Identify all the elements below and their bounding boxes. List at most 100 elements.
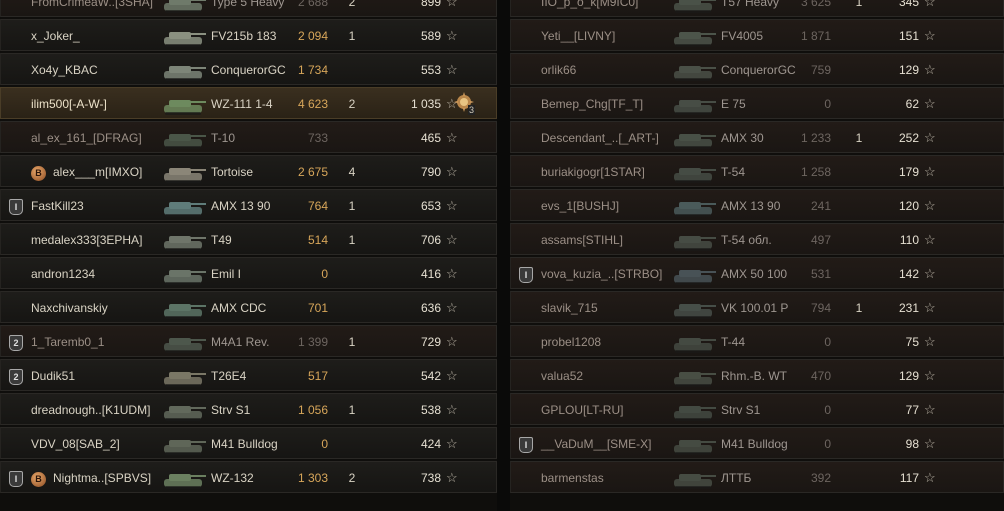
vehicle-name: AMX 13 90 (211, 199, 271, 213)
kills-value: 1 (855, 131, 863, 145)
xp-value: 738 (420, 471, 441, 485)
xp-value: 120 (898, 199, 919, 213)
star-icon: ☆ (924, 198, 936, 213)
vehicle-name: T-10 (211, 131, 236, 145)
player-row[interactable]: x_Joker_ FV215b 183 2 094 1 589 ☆ (0, 19, 497, 51)
xp-value: 899 (420, 0, 441, 9)
star-icon: ☆ (446, 28, 458, 43)
player-name: Nightma..[SPBVS] (53, 471, 152, 485)
player-row[interactable]: I FastKill23 AMX 13 90 764 1 653 ☆ (0, 189, 497, 221)
star-icon: ☆ (924, 130, 936, 145)
damage-value: 794 (810, 301, 831, 315)
tank-icon (161, 57, 207, 83)
player-row[interactable]: probel1208 T-44 0 75 ☆ (510, 325, 1004, 357)
player-name: barmenstas (541, 471, 604, 485)
vehicle-name: ЛТТБ (721, 471, 752, 485)
damage-value: 2 675 (297, 165, 328, 179)
damage-value: 0 (321, 267, 328, 281)
star-icon: ☆ (924, 470, 936, 485)
vehicle-name: M4A1 Rev. (211, 335, 270, 349)
player-row[interactable]: IIO_p_o_k[M9IC0] T57 Heavy 3 625 1 345 ☆ (510, 0, 1004, 17)
kills-value (342, 428, 362, 460)
player-name: orlik66 (541, 63, 577, 77)
player-row[interactable]: al_ex_161_[DFRAG] T-10 733 465 ☆ (0, 121, 497, 153)
player-name: andron1234 (31, 267, 96, 281)
player-name: Yeti__[LIVNY] (541, 29, 616, 43)
player-name: IIO_p_o_k[M9IC0] (541, 0, 639, 9)
player-name: vova_kuzia_..[STRBO] (541, 267, 663, 281)
player-name: Dudik51 (31, 369, 76, 383)
damage-value: 241 (810, 199, 831, 213)
player-row[interactable]: buriakigogr[1STAR] T-54 1 258 179 ☆ (510, 155, 1004, 187)
kills-value (849, 88, 869, 120)
tank-icon (161, 431, 207, 457)
tank-icon (671, 91, 717, 117)
xp-value: 1 035 (410, 97, 441, 111)
player-row[interactable]: Bemep_Chg[TF_T] E 75 0 62 ☆ (510, 87, 1004, 119)
player-row[interactable]: Naxchivanskiy AMX CDC 701 636 ☆ (0, 291, 497, 323)
damage-value: 3 625 (800, 0, 831, 9)
vehicle-name: Emil I (211, 267, 241, 281)
player-row[interactable]: dreadnough..[K1UDM] Strv S1 1 056 1 538 ☆ (0, 393, 497, 425)
tank-icon (161, 23, 207, 49)
vehicle-name: T-54 обл. (721, 233, 772, 247)
player-row[interactable]: barmenstas ЛТТБ 392 117 ☆ (510, 461, 1004, 493)
vehicle-name: AMX 50 100 (721, 267, 788, 281)
player-name: Xo4y_KBAC (31, 63, 98, 77)
vehicle-name: WZ-132 (211, 471, 254, 485)
player-name: __VaDuM__[SME-X] (541, 437, 652, 451)
team-divider (497, 0, 510, 511)
player-row[interactable]: Ivova_kuzia_..[STRBO] AMX 50 100 531 142 ☆ (510, 257, 1004, 289)
vehicle-name: ConquerorGC (211, 63, 286, 77)
star-icon: ☆ (446, 334, 458, 349)
player-row[interactable]: I B Nightma..[SPBVS] WZ-132 1 303 2 738 ☆ (0, 461, 497, 493)
player-row[interactable]: 2 Dudik51 T26E4 517 542 ☆ (0, 359, 497, 391)
vehicle-name: E 75 (721, 97, 746, 111)
kills-value (849, 156, 869, 188)
damage-value: 1 399 (297, 335, 328, 349)
player-name: Bemep_Chg[TF_T] (541, 97, 644, 111)
player-row[interactable]: assams[STIHL] T-54 обл. 497 110 ☆ (510, 223, 1004, 255)
star-icon: ☆ (446, 470, 458, 485)
tank-icon (671, 261, 717, 287)
player-row[interactable]: GPLOU[LT-RU] Strv S1 0 77 ☆ (510, 393, 1004, 425)
star-icon: ☆ (446, 402, 458, 417)
damage-value: 1 233 (800, 131, 831, 145)
player-name: evs_1[BUSHJ] (541, 199, 620, 213)
player-row[interactable]: FromCrimeaW..[3SHA] Type 5 Heavy 2 688 2 899… (0, 0, 497, 17)
tank-icon (671, 23, 717, 49)
player-row[interactable]: Xo4y_KBAC ConquerorGC 1 734 553 ☆ (0, 53, 497, 85)
damage-value: 1 734 (297, 63, 328, 77)
xp-value: 179 (898, 165, 919, 179)
player-row[interactable]: slavik_715 VK 100.01 P 794 1 231 ☆ (510, 291, 1004, 323)
player-row[interactable]: I __VaDuM__[SME-X] M41 Bulldog 0 98 ☆ (510, 427, 1004, 459)
kills-value (849, 258, 869, 290)
xp-value: 729 (420, 335, 441, 349)
xp-value: 62 (905, 97, 919, 111)
rank-badge-icon: 2 (9, 326, 23, 358)
player-row[interactable]: medalex333[3EPHA] T49 514 1 706 ☆ (0, 223, 497, 255)
player-row[interactable]: andron1234 Emil I 0 416 ☆ (0, 257, 497, 289)
vehicle-name: Tortoise (211, 165, 254, 179)
vehicle-name: M41 Bulldog (721, 437, 788, 451)
player-row[interactable]: orlik66 ConquerorGC 759 129 ☆ (510, 53, 1004, 85)
kills-value (849, 224, 869, 256)
player-row[interactable]: evs_1[BUSHJ] AMX 13 90 241 120 ☆ (510, 189, 1004, 221)
player-row[interactable]: valua52 Rhm.-B. WT 470 129 ☆ (510, 359, 1004, 391)
xp-value: 542 (420, 369, 441, 383)
player-row[interactable]: Balex___m[IMXO] Tortoise 2 675 4 790 ☆ (0, 155, 497, 187)
player-name: 1_Taremb0_1 (31, 335, 105, 349)
kills-value: 4 (348, 165, 356, 179)
kills-value: 1 (855, 0, 863, 9)
xp-value: 589 (420, 29, 441, 43)
damage-value: 733 (307, 131, 328, 145)
player-row[interactable]: 2 1_Taremb0_1 M4A1 Rev. 1 399 1 729 ☆ (0, 325, 497, 357)
tank-icon (161, 125, 207, 151)
player-row[interactable]: Yeti__[LIVNY] FV4005 1 871 151 ☆ (510, 19, 1004, 51)
vehicle-name: AMX CDC (211, 301, 267, 315)
player-row[interactable]: ilim500[-A-W-] WZ-111 1-4 4 623 2 1 035 ☆ 3 (0, 87, 497, 119)
player-row[interactable]: Descendant_..[_ART-] AMX 30 1 233 1 252 ☆ (510, 121, 1004, 153)
tank-icon (161, 261, 207, 287)
player-row[interactable]: VDV_08[SAB_2] M41 Bulldog 0 424 ☆ (0, 427, 497, 459)
player-name: al_ex_161_[DFRAG] (31, 131, 142, 145)
